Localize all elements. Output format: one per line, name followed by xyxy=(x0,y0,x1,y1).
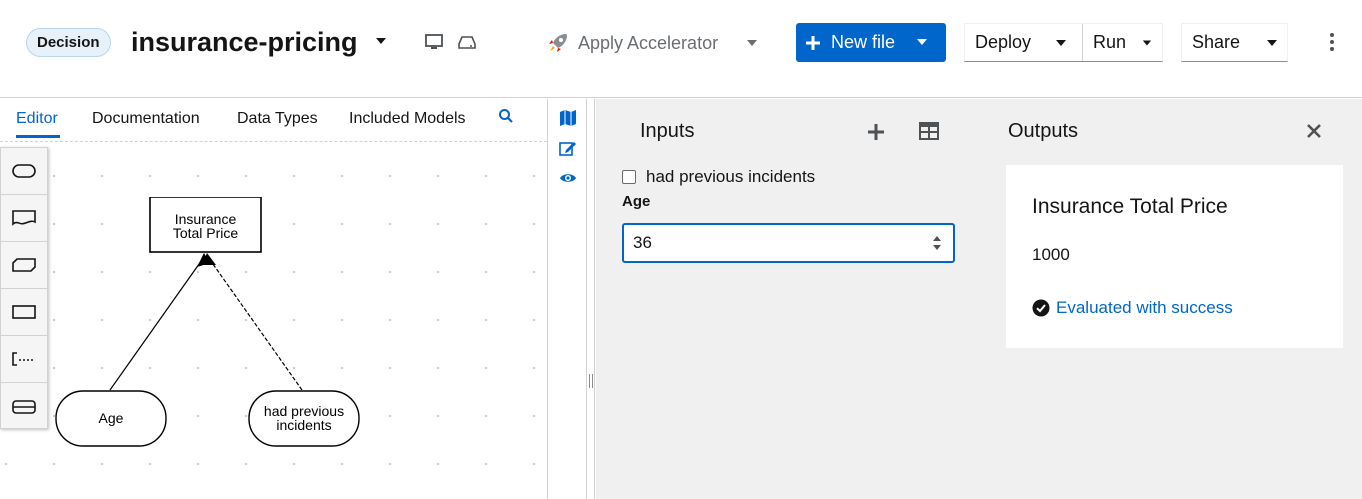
output-decision-value: 1000 xyxy=(1032,245,1070,264)
panel-resize-handle[interactable] xyxy=(586,99,595,499)
chevron-down-icon xyxy=(747,40,758,46)
tab-data-types[interactable]: Data Types xyxy=(237,109,318,129)
age-value: 36 xyxy=(633,233,652,252)
evaluation-status-text: Evaluated with success xyxy=(1056,298,1233,317)
age-label: Age xyxy=(622,193,651,210)
dmn-editor-panel: Editor Documentation Data Types Included… xyxy=(0,99,548,499)
share-dropdown[interactable]: Share xyxy=(1181,23,1288,62)
new-file-button[interactable]: New file xyxy=(796,23,946,62)
model-type-badge: Decision xyxy=(26,28,111,57)
share-label: Share xyxy=(1192,32,1241,52)
outputs-title: Outputs xyxy=(1008,120,1079,142)
had-previous-incidents-row: had previous incidents xyxy=(622,167,815,187)
tab-included-models[interactable]: Included Models xyxy=(349,109,466,129)
decision-node-label: Insurance Total Price xyxy=(172,211,239,241)
add-input-plus-icon[interactable] xyxy=(866,122,886,142)
editor-side-strip xyxy=(549,99,586,499)
input-node-incidents-label: had previous incidents xyxy=(263,403,345,433)
run-label: Run xyxy=(1093,32,1127,52)
monitor-icon[interactable] xyxy=(424,33,444,51)
table-view-icon[interactable] xyxy=(919,122,939,140)
output-decision-name: Insurance Total Price xyxy=(1032,195,1228,218)
chevron-down-icon xyxy=(1056,39,1067,46)
top-toolbar: Decision insurance-pricing Apply Acceler… xyxy=(0,0,1362,98)
chevron-down-icon xyxy=(1142,40,1152,45)
plus-icon xyxy=(806,35,820,50)
eye-icon[interactable] xyxy=(559,169,577,187)
deploy-dropdown[interactable]: Deploy xyxy=(965,24,1082,61)
deploy-run-group: Deploy Run xyxy=(964,23,1163,62)
resize-grip-icon xyxy=(589,374,593,388)
file-name-caret-icon[interactable] xyxy=(374,36,388,46)
age-to-decision-edge[interactable] xyxy=(109,256,205,391)
close-icon[interactable] xyxy=(1306,123,1322,139)
edit-icon[interactable] xyxy=(559,139,577,157)
apply-accelerator-dropdown[interactable]: Apply Accelerator xyxy=(546,31,758,55)
search-icon[interactable] xyxy=(498,108,514,124)
active-tab-indicator xyxy=(16,135,60,138)
tab-editor[interactable]: Editor xyxy=(16,109,58,129)
deploy-label: Deploy xyxy=(975,32,1032,52)
age-number-input[interactable]: 36 xyxy=(622,223,955,263)
evaluation-status: Evaluated with success xyxy=(1032,298,1233,318)
editor-tabs: Editor Documentation Data Types Included… xyxy=(0,99,548,139)
map-icon[interactable] xyxy=(559,109,577,127)
number-spinner-icon[interactable] xyxy=(931,234,943,252)
had-previous-incidents-checkbox[interactable] xyxy=(622,170,636,184)
rocket-icon xyxy=(549,34,567,52)
run-dropdown[interactable]: Run xyxy=(1082,24,1162,61)
had-previous-incidents-label: had previous incidents xyxy=(646,167,816,186)
share-segment[interactable]: Share xyxy=(1182,24,1288,61)
new-file-label: New file xyxy=(831,32,896,52)
hard-drive-icon[interactable] xyxy=(457,33,477,51)
chevron-down-icon xyxy=(1267,39,1278,46)
incidents-to-decision-edge[interactable] xyxy=(207,256,303,391)
file-name-title[interactable]: insurance-pricing xyxy=(131,24,358,60)
inputs-title: Inputs xyxy=(640,120,695,142)
kebab-icon[interactable] xyxy=(1322,30,1342,54)
tab-documentation[interactable]: Documentation xyxy=(92,109,200,129)
apply-accelerator-label: Apply Accelerator xyxy=(578,32,719,53)
input-data-icon[interactable] xyxy=(1,148,47,195)
output-result-card: Insurance Total Price 1000 Evaluated wit… xyxy=(1006,165,1343,348)
input-node-age-label: Age xyxy=(98,410,124,426)
dmn-runner-panel: Inputs had previous incidents Age 36 Out… xyxy=(596,99,1362,499)
chevron-down-icon xyxy=(917,39,927,45)
check-circle-icon xyxy=(1032,299,1050,317)
